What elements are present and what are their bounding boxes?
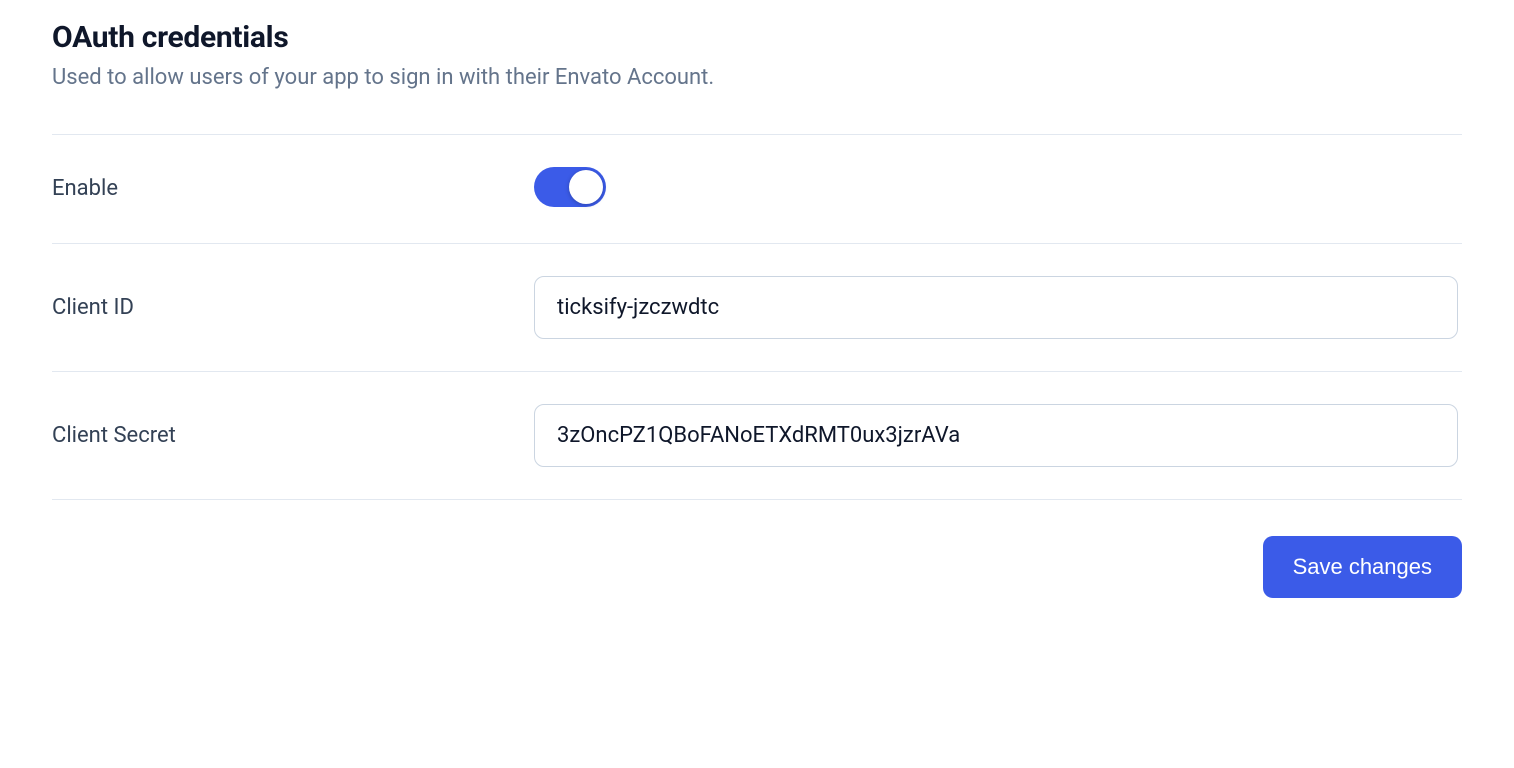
- oauth-credentials-section: OAuth credentials Used to allow users of…: [52, 20, 1462, 598]
- enable-toggle[interactable]: [534, 167, 606, 207]
- save-changes-button[interactable]: Save changes: [1263, 536, 1462, 598]
- actions-bar: Save changes: [52, 499, 1462, 598]
- client-id-label: Client ID: [52, 295, 534, 320]
- section-description: Used to allow users of your app to sign …: [52, 63, 1462, 94]
- client-id-input[interactable]: [534, 276, 1458, 339]
- toggle-knob: [569, 170, 603, 204]
- enable-row: Enable: [52, 134, 1462, 243]
- client-secret-label: Client Secret: [52, 423, 534, 448]
- client-id-row: Client ID: [52, 243, 1462, 371]
- client-secret-input[interactable]: [534, 404, 1458, 467]
- enable-label: Enable: [52, 176, 534, 201]
- section-title: OAuth credentials: [52, 20, 1462, 55]
- client-secret-row: Client Secret: [52, 371, 1462, 499]
